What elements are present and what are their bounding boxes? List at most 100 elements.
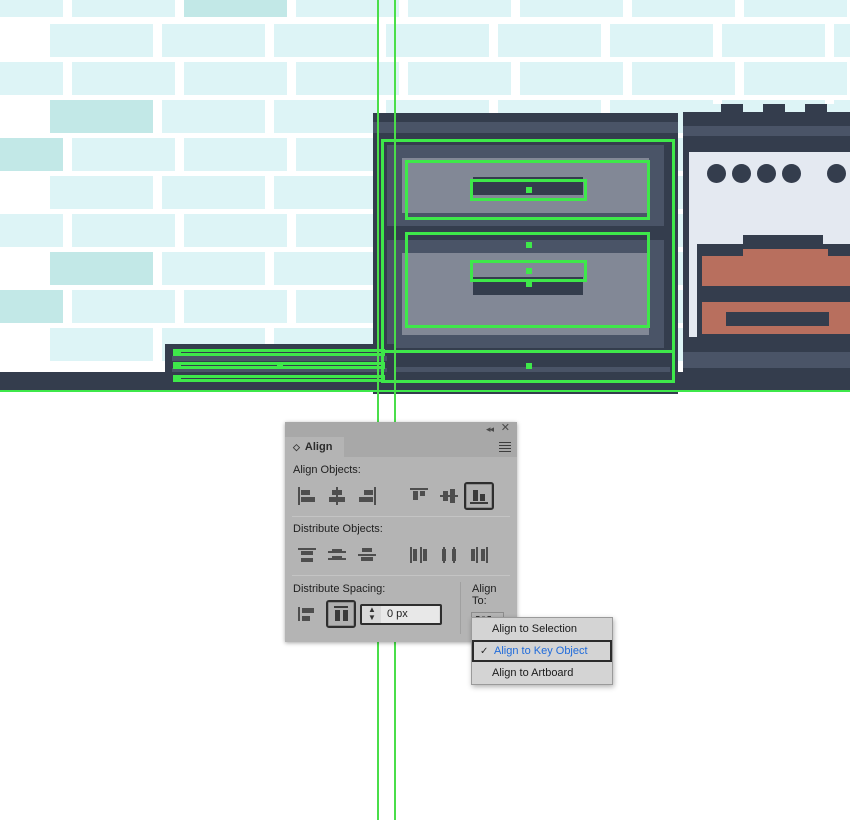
tile-brick xyxy=(274,252,377,285)
tile-brick xyxy=(834,24,850,57)
selection-outline-strip-3[interactable] xyxy=(173,375,385,382)
align-horizontal-center-button[interactable] xyxy=(322,482,352,510)
divider-1 xyxy=(292,516,510,517)
distribute-vertical-spacing-button[interactable] xyxy=(292,600,322,628)
tab-align[interactable]: ◇ Align xyxy=(285,437,345,457)
anchor-point-strip-3[interactable] xyxy=(175,375,181,381)
editor-canvas[interactable]: ◂◂ ✕ ◇ Align Align Objects: Distribute O… xyxy=(0,0,850,820)
tab-align-label: Align xyxy=(304,441,333,453)
distribute-objects-label: Distribute Objects: xyxy=(293,523,383,535)
tile-brick xyxy=(50,100,153,133)
vertical-guide-1[interactable] xyxy=(377,0,379,820)
stove-knob-5[interactable] xyxy=(827,164,846,183)
anchor-point-drawer-lower-top[interactable] xyxy=(526,242,532,248)
tile-brick xyxy=(632,62,735,95)
tile-brick xyxy=(386,24,489,57)
menu-item-label: Align to Artboard xyxy=(492,667,574,679)
tile-brick xyxy=(72,214,175,247)
tile-brick xyxy=(610,24,713,57)
align-panel[interactable]: ◂◂ ✕ ◇ Align Align Objects: Distribute O… xyxy=(285,422,517,642)
stove-coil-2-cut xyxy=(726,312,829,326)
anchor-point-handle-upper[interactable] xyxy=(526,187,532,193)
distribute-vertical-center-button[interactable] xyxy=(322,541,352,569)
tile-brick xyxy=(50,328,153,361)
stove-illustration[interactable] xyxy=(683,104,850,392)
tile-brick xyxy=(162,252,265,285)
align-right-button[interactable] xyxy=(352,482,382,510)
vertical-guide-2[interactable] xyxy=(394,0,396,820)
distribute-vertical-top-button[interactable] xyxy=(292,541,322,569)
panel-body: Align Objects: Distribute Objects: Distr… xyxy=(285,457,517,642)
stove-knob-4[interactable] xyxy=(782,164,801,183)
tile-brick xyxy=(0,62,63,95)
close-icon[interactable]: ✕ xyxy=(501,423,510,434)
tile-brick xyxy=(184,214,287,247)
tile-brick xyxy=(296,62,399,95)
distribute-horizontal-right-button[interactable] xyxy=(464,541,494,569)
menu-item-label: Align to Key Object xyxy=(494,645,588,657)
tile-brick xyxy=(274,100,377,133)
stove-coil-1-top xyxy=(743,249,828,261)
tile-brick xyxy=(722,24,825,57)
collapse-icon[interactable]: ◂◂ xyxy=(486,425,494,434)
distribute-vertical-bottom-button[interactable] xyxy=(352,541,382,569)
panel-title-bar[interactable]: ◂◂ ✕ xyxy=(285,422,517,437)
stove-knob-2[interactable] xyxy=(732,164,751,183)
menu-item-label: Align to Selection xyxy=(492,623,577,635)
align-to-label: Align To: xyxy=(472,583,497,607)
stove-knob-3[interactable] xyxy=(757,164,776,183)
tile-brick xyxy=(184,290,287,323)
stove-band xyxy=(683,126,850,136)
anchor-point-strip-2[interactable] xyxy=(175,362,181,368)
tile-brick xyxy=(50,24,153,57)
stepper-arrows-icon[interactable]: ▲ ▼ xyxy=(362,606,380,622)
stove-knob-1[interactable] xyxy=(707,164,726,183)
tile-brick xyxy=(0,0,63,17)
anchor-point-strip-center[interactable] xyxy=(277,362,283,368)
spacing-stepper[interactable]: ▲ ▼ 0 px xyxy=(360,603,442,625)
stove-top-notch-2 xyxy=(763,104,785,112)
distribute-spacing-controls: ▲ ▼ 0 px xyxy=(292,600,460,628)
tile-brick xyxy=(0,214,63,247)
stove-lower-band xyxy=(683,337,850,349)
spacing-input[interactable]: 0 px xyxy=(381,605,439,623)
tile-brick xyxy=(744,0,847,17)
grip-icon: ◇ xyxy=(293,441,300,452)
menu-item-align-to-key-object[interactable]: ✓ Align to Key Object xyxy=(472,640,612,662)
check-icon-key-object: ✓ xyxy=(480,645,489,657)
tile-brick xyxy=(498,24,601,57)
distribute-spacing-label: Distribute Spacing: xyxy=(293,583,386,595)
tile-brick xyxy=(72,0,175,17)
tile-brick xyxy=(520,0,623,17)
kitchen-artwork[interactable] xyxy=(0,0,850,396)
align-bottom-button[interactable] xyxy=(464,482,494,510)
anchor-point-handle-lower[interactable] xyxy=(526,268,532,274)
distribute-horizontal-spacing-button[interactable] xyxy=(326,600,356,628)
stove-plinth xyxy=(683,352,850,368)
menu-item-align-to-artboard[interactable]: Align to Artboard xyxy=(472,662,612,684)
distribute-objects-row xyxy=(292,540,510,570)
tile-brick xyxy=(72,138,175,171)
horizontal-guide[interactable] xyxy=(0,390,850,392)
anchor-point-plinth[interactable] xyxy=(526,363,532,369)
distribute-horizontal-center-button[interactable] xyxy=(434,541,464,569)
distribute-horizontal-left-button[interactable] xyxy=(404,541,434,569)
tile-brick xyxy=(162,24,265,57)
panel-menu-icon[interactable] xyxy=(499,442,511,454)
tile-brick xyxy=(274,176,377,209)
align-objects-row xyxy=(292,481,510,511)
align-objects-label: Align Objects: xyxy=(293,464,361,476)
menu-item-align-to-selection[interactable]: Align to Selection xyxy=(472,618,612,640)
align-vertical-center-button[interactable] xyxy=(434,482,464,510)
align-left-button[interactable] xyxy=(292,482,322,510)
panel-tab-row[interactable]: ◇ Align xyxy=(285,437,517,457)
align-top-button[interactable] xyxy=(404,482,434,510)
counter-strip-line-1 xyxy=(172,356,387,361)
selection-outline-strip-1[interactable] xyxy=(173,349,385,356)
anchor-point-drawer-lower-bottom[interactable] xyxy=(526,281,532,287)
tile-brick xyxy=(0,138,63,171)
tile-brick xyxy=(162,100,265,133)
align-to-dropdown-menu[interactable]: Align to Selection ✓ Align to Key Object… xyxy=(471,617,613,685)
tile-brick xyxy=(72,62,175,95)
anchor-point-strip-1[interactable] xyxy=(175,350,181,356)
